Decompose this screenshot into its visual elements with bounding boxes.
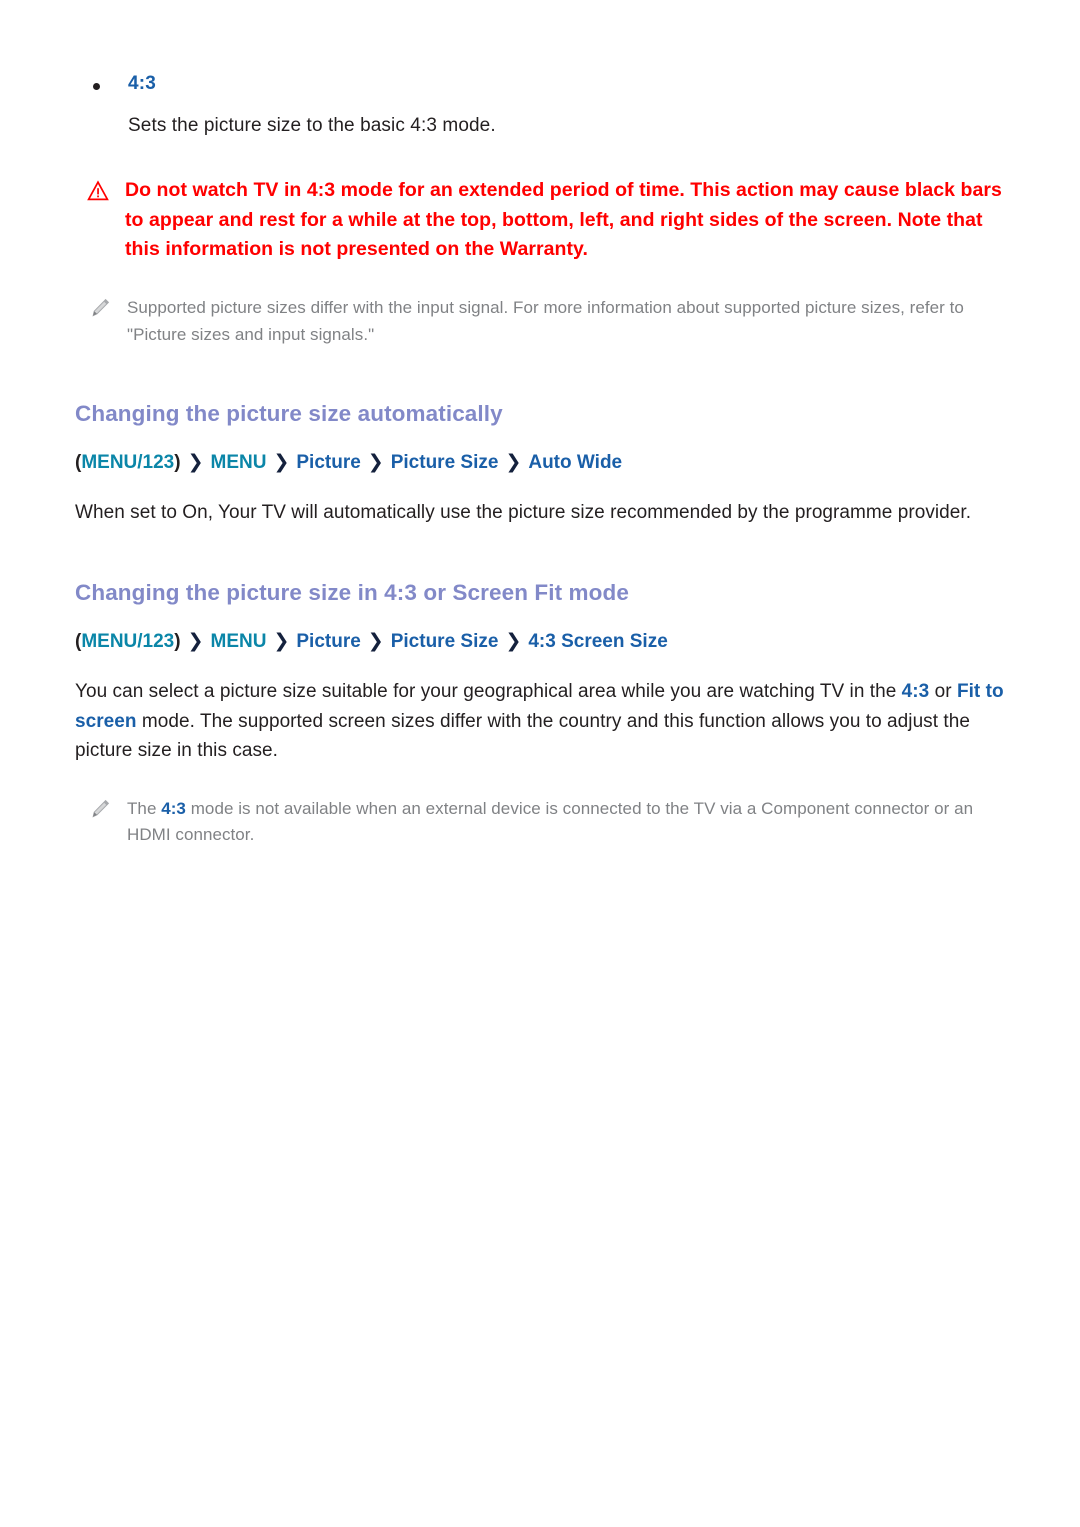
section-heading-43-screen-fit: Changing the picture size in 4:3 or Scre…: [75, 579, 629, 605]
document-page: 4:3 Sets the picture size to the basic 4…: [0, 0, 1080, 1527]
breadcrumb-item-menu[interactable]: MENU: [211, 631, 267, 652]
breadcrumb-item-43-screen-size[interactable]: 4:3 Screen Size: [528, 631, 667, 652]
breadcrumb-item-picture-size[interactable]: Picture Size: [391, 452, 499, 473]
chevron-right-icon: ❯: [273, 450, 290, 473]
note-text-part-1: The: [127, 798, 162, 818]
body-highlight-43: 4:3: [901, 681, 930, 703]
section-heading-automatic: Changing the picture size automatically: [75, 400, 503, 426]
note-text-part-2: mode is not available when an external d…: [127, 798, 974, 845]
note-text: Supported picture sizes differ with the …: [127, 297, 964, 344]
breadcrumb-item-menu123[interactable]: MENU/123: [81, 452, 174, 473]
list-item-description: Sets the picture size to the basic 4:3 m…: [128, 114, 496, 136]
breadcrumb-close-paren: ): [174, 451, 181, 473]
breadcrumb-item-picture[interactable]: Picture: [296, 631, 360, 652]
warning-triangle-icon: [87, 180, 109, 202]
chevron-right-icon: ❯: [367, 450, 384, 473]
breadcrumb-close-paren: ): [174, 630, 181, 652]
body-text-part-1: You can select a picture size suitable f…: [75, 681, 902, 703]
breadcrumb-auto-wide: (MENU/123) ❯ MENU ❯ Picture ❯ Picture Size ❯ Aut…: [75, 449, 1005, 477]
section-body-automatic: When set to On, Your TV will automatical…: [75, 502, 972, 524]
body-text-part-3: mode. The supported screen sizes differ …: [75, 710, 970, 762]
body-text-part-2: or: [929, 681, 957, 703]
pencil-note-icon: [89, 297, 111, 319]
pencil-note-icon: [89, 798, 111, 820]
breadcrumb-43-screen-size: (MENU/123) ❯ MENU ❯ Picture ❯ Picture Size ❯ 4:3…: [75, 628, 1005, 656]
chevron-right-icon: ❯: [187, 450, 204, 473]
chevron-right-icon: ❯: [505, 450, 522, 473]
note-callout: Supported picture sizes differ with the …: [75, 295, 1005, 349]
breadcrumb-item-picture[interactable]: Picture: [296, 452, 360, 473]
breadcrumb-item-auto-wide[interactable]: Auto Wide: [528, 452, 622, 473]
section-body-43-screen-fit: You can select a picture size suitable f…: [75, 677, 1005, 765]
list-item-title: 4:3: [128, 73, 157, 94]
warning-text: Do not watch TV in 4:3 mode for an exten…: [125, 179, 1002, 261]
breadcrumb-item-menu123[interactable]: MENU/123: [81, 631, 174, 652]
bullet-dot-icon: [93, 83, 100, 90]
warning-callout: Do not watch TV in 4:3 mode for an exten…: [75, 176, 1005, 265]
note-highlight-43: 4:3: [161, 798, 186, 818]
note-text: The 4:3 mode is not available when an ex…: [127, 796, 1005, 850]
chevron-right-icon: ❯: [367, 629, 384, 652]
chevron-right-icon: ❯: [187, 629, 204, 652]
chevron-right-icon: ❯: [505, 629, 522, 652]
breadcrumb-item-picture-size[interactable]: Picture Size: [391, 631, 499, 652]
note-callout: The 4:3 mode is not available when an ex…: [75, 796, 1005, 850]
breadcrumb-item-menu[interactable]: MENU: [211, 452, 267, 473]
list-item: 4:3 Sets the picture size to the basic 4…: [75, 70, 1005, 140]
chevron-right-icon: ❯: [273, 629, 290, 652]
